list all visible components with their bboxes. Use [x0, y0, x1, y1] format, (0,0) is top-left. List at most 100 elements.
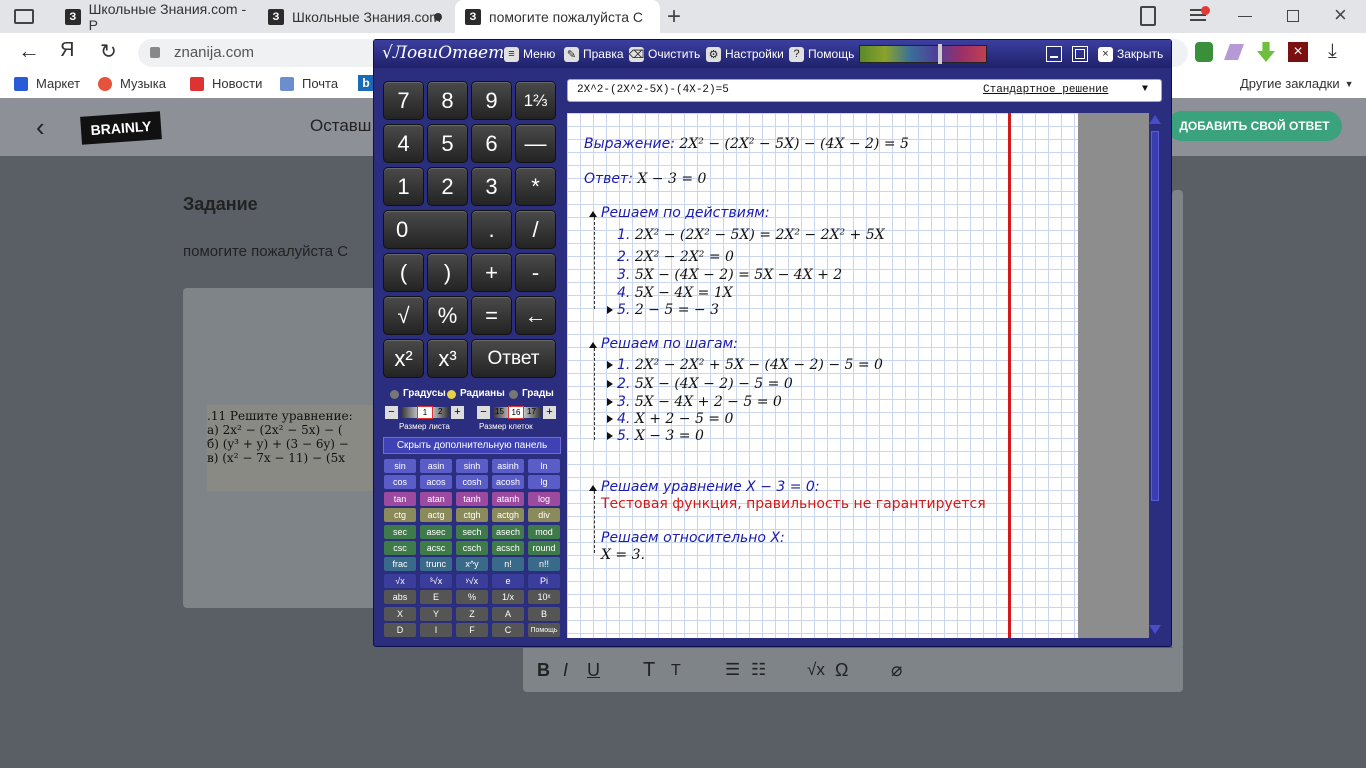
key-5[interactable]: 5	[427, 124, 468, 163]
func-key-4[interactable]: ln	[528, 459, 560, 473]
download-extension-icon[interactable]	[1257, 42, 1275, 62]
func-key-5[interactable]: cos	[384, 475, 416, 490]
func-key-54[interactable]: Помощь	[528, 623, 560, 637]
func-key-39[interactable]: Pi	[528, 573, 560, 588]
bold-button[interactable]: B	[537, 660, 550, 681]
func-key-10[interactable]: tan	[384, 491, 416, 506]
func-key-33[interactable]: n!	[492, 557, 524, 572]
downloads-icon[interactable]: ⤓	[1328, 40, 1337, 63]
key-divide[interactable]: /	[515, 210, 556, 249]
func-key-2[interactable]: sinh	[456, 459, 488, 473]
func-key-13[interactable]: atanh	[492, 491, 524, 506]
func-key-32[interactable]: x^y	[456, 557, 488, 572]
key-fraction-bar[interactable]: —	[515, 124, 556, 163]
key-dot[interactable]: .	[471, 210, 512, 249]
func-key-7[interactable]: cosh	[456, 475, 488, 490]
key-6[interactable]: 6	[471, 124, 512, 163]
clear-button[interactable]: ⌫ Очистить	[629, 44, 700, 64]
func-key-47[interactable]: Z	[456, 606, 488, 621]
sheet-size-plus[interactable]: +	[451, 406, 464, 419]
key-multiply[interactable]: *	[515, 167, 556, 206]
collapse-triangle-icon[interactable]	[589, 485, 597, 491]
bookmark-b-icon[interactable]: b	[358, 75, 374, 91]
func-key-18[interactable]: actgh	[492, 508, 524, 523]
omega-icon[interactable]: Ω	[835, 660, 848, 681]
func-key-28[interactable]: acsch	[492, 541, 524, 555]
menu-button[interactable]: ≡ Меню	[504, 44, 555, 64]
window-maximize-icon[interactable]	[1072, 46, 1088, 62]
func-key-49[interactable]: B	[528, 606, 560, 621]
func-key-20[interactable]: sec	[384, 524, 416, 539]
func-key-30[interactable]: frac	[384, 557, 416, 572]
key-sqrt[interactable]: √	[383, 296, 424, 335]
bookmark-music[interactable]: Музыка	[98, 76, 166, 91]
tab-2[interactable]: З Школьные Знания.com	[258, 0, 453, 33]
func-key-46[interactable]: Y	[420, 606, 452, 621]
color-picker-slider[interactable]	[859, 44, 987, 64]
func-key-31[interactable]: trunc	[420, 557, 452, 572]
key-backspace[interactable]: ←	[515, 296, 556, 335]
scroll-down-icon[interactable]	[1149, 625, 1161, 634]
scroll-thumb[interactable]	[1151, 131, 1159, 501]
func-key-1[interactable]: asin	[420, 459, 452, 473]
func-key-9[interactable]: lg	[528, 475, 560, 490]
expand-triangle-icon[interactable]	[607, 432, 613, 440]
actions-section[interactable]: Решаем по действиям:	[589, 205, 770, 221]
key-close-paren[interactable]: )	[427, 253, 468, 292]
func-key-40[interactable]: abs	[384, 590, 416, 605]
underline-button[interactable]: U	[587, 660, 600, 681]
func-key-37[interactable]: ʸ√x	[456, 573, 488, 588]
cell-size-plus[interactable]: +	[543, 406, 556, 419]
key-cube[interactable]: x³	[427, 339, 468, 378]
key-mixed-fraction[interactable]: 1⅔	[515, 81, 556, 120]
expression-input[interactable]: 2X^2-(2X^2-5X)-(4X-2)=5 Стандартное реше…	[567, 79, 1162, 102]
italic-button[interactable]: I	[563, 660, 568, 681]
radio-grads[interactable]	[509, 390, 518, 399]
cell-size-minus[interactable]: −	[477, 406, 490, 419]
func-key-27[interactable]: csch	[456, 541, 488, 555]
back-arrow-icon[interactable]: ‹	[36, 112, 45, 143]
func-key-17[interactable]: ctgh	[456, 508, 488, 523]
func-key-6[interactable]: acos	[420, 475, 452, 490]
func-key-41[interactable]: E	[420, 590, 452, 605]
back-icon[interactable]: ←	[18, 38, 40, 64]
other-bookmarks[interactable]: Другие закладки ▼	[1240, 76, 1354, 91]
add-answer-button[interactable]: ДОБАВИТЬ СВОЙ ОТВЕТ	[1167, 111, 1342, 141]
func-key-8[interactable]: acosh	[492, 475, 524, 490]
func-key-44[interactable]: 10ˣ	[528, 590, 560, 605]
radio-degrees[interactable]	[390, 390, 399, 399]
brainly-logo[interactable]: BRAINLY	[80, 111, 162, 145]
edit-button[interactable]: ✎ Правка	[564, 44, 624, 64]
key-percent[interactable]: %	[427, 296, 468, 335]
func-key-38[interactable]: e	[492, 573, 524, 588]
expand-triangle-icon[interactable]	[607, 306, 613, 314]
func-key-51[interactable]: I	[420, 623, 452, 637]
bookmark-mail[interactable]: Почта	[280, 76, 338, 91]
scroll-up-icon[interactable]	[1149, 115, 1161, 124]
key-9[interactable]: 9	[471, 81, 512, 120]
subheading-button[interactable]: T	[671, 662, 681, 680]
func-key-53[interactable]: C	[492, 623, 524, 637]
tab-3-active[interactable]: Зпомогите пожалуйста С	[455, 0, 660, 33]
func-key-14[interactable]: log	[528, 491, 560, 506]
func-key-12[interactable]: tanh	[456, 491, 488, 506]
key-1[interactable]: 1	[383, 167, 424, 206]
collapse-triangle-icon[interactable]	[589, 211, 597, 217]
attachment-icon[interactable]: ⌀	[891, 659, 902, 682]
func-key-19[interactable]: div	[528, 508, 560, 523]
reload-icon[interactable]: ↻	[100, 39, 117, 64]
restore-icon[interactable]	[1287, 10, 1299, 22]
tab-1[interactable]: З Школьные Знания.com - Р	[55, 0, 255, 33]
pen-extension-icon[interactable]	[1224, 44, 1244, 60]
ordered-list-icon[interactable]: ☰	[725, 660, 740, 680]
settings-button[interactable]: ⚙ Настройки	[706, 44, 784, 64]
expand-triangle-icon[interactable]	[607, 398, 613, 406]
func-key-24[interactable]: mod	[528, 524, 560, 539]
key-answer[interactable]: Ответ	[471, 339, 556, 378]
radio-radians[interactable]	[447, 390, 456, 399]
solution-mode-select[interactable]: Стандартное решение	[983, 84, 1108, 96]
shield-extension-icon[interactable]	[1195, 42, 1213, 62]
bullet-list-icon[interactable]: ☷	[751, 660, 766, 680]
key-7[interactable]: 7	[383, 81, 424, 120]
sidebar-toggle-icon[interactable]	[14, 9, 34, 24]
